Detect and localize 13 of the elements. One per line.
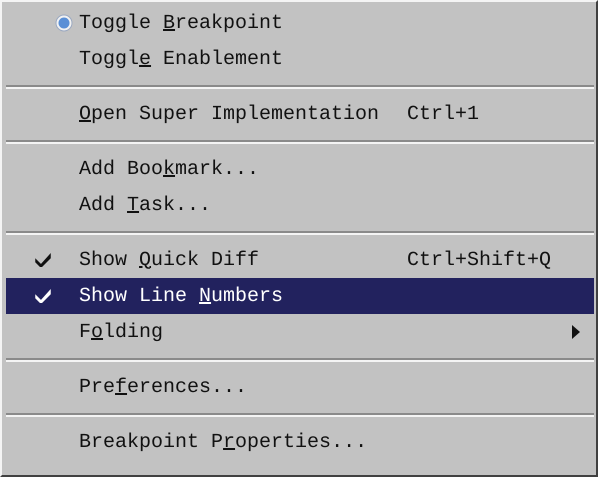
menu-item[interactable]: Toggle Breakpoint (6, 5, 594, 41)
menu-item[interactable]: Preferences... (6, 369, 594, 405)
menu-item[interactable]: Add Task... (6, 187, 594, 223)
menu-item[interactable]: Show Quick Diff Ctrl+Shift+Q (6, 242, 594, 278)
menu-item[interactable]: Show Line Numbers (6, 278, 594, 314)
menu-item[interactable]: Breakpoint Properties... (6, 424, 594, 460)
shortcut-text: Ctrl+1 (407, 102, 480, 126)
menu-item[interactable]: Toggle Enablement (6, 41, 594, 77)
menu-item[interactable]: Open Super Implementation Ctrl+1 (6, 96, 594, 132)
submenu-arrow-icon (572, 325, 580, 339)
shortcut-text: Ctrl+Shift+Q (407, 248, 552, 272)
menu-item[interactable]: Folding (6, 314, 594, 350)
menu-item[interactable]: Add Bookmark... (6, 151, 594, 187)
